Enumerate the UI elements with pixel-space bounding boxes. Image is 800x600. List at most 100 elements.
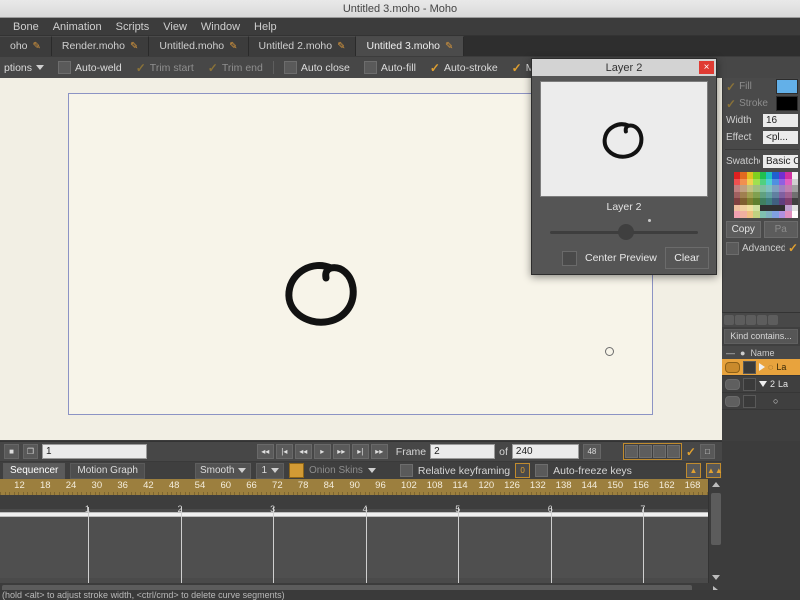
timeline-keyframe-bar[interactable] <box>0 512 722 517</box>
step-back-button[interactable]: ◂◂ <box>294 444 312 459</box>
eye-icon[interactable] <box>725 361 740 373</box>
tab-motion-graph[interactable]: Motion Graph <box>70 462 145 479</box>
start-frame-input[interactable]: 1 <box>42 444 147 459</box>
goto-start-button[interactable]: |◂ <box>275 444 293 459</box>
color-swatch-grid[interactable] <box>734 172 798 218</box>
quad-view-icon[interactable] <box>666 445 680 458</box>
layer-settings-icon[interactable] <box>757 315 767 325</box>
expand-timeline-icon[interactable]: ▲▲ <box>706 463 723 478</box>
new-group-layer-icon[interactable] <box>735 315 745 325</box>
table-row[interactable]: 2 La <box>722 376 800 393</box>
close-icon[interactable]: × <box>699 61 714 74</box>
chevron-right-icon[interactable] <box>759 363 765 371</box>
style-width-row[interactable]: Width 16 <box>723 112 800 129</box>
option-auto-stroke[interactable]: ✓ Auto-stroke <box>426 62 502 74</box>
goto-end-button[interactable]: ▸| <box>351 444 369 459</box>
menu-item-animation[interactable]: Animation <box>46 20 109 34</box>
layer-color-swatch[interactable] <box>743 377 756 391</box>
total-frames-input[interactable]: 240 <box>511 444 579 459</box>
copy-button[interactable]: Copy <box>726 220 761 238</box>
style-swatches-row[interactable]: Swatches Basic C <box>723 153 800 170</box>
document-tab-untitled-2[interactable]: Untitled 2.moho ✎ <box>248 36 357 56</box>
chevron-down-icon[interactable] <box>759 381 767 387</box>
option-auto-fill[interactable]: Auto-fill <box>360 61 420 74</box>
checkbox[interactable] <box>58 61 72 74</box>
timeline-copy-icon[interactable]: ❐ <box>23 444 38 459</box>
fps-button[interactable]: 48 <box>582 444 601 459</box>
layer-color-swatch[interactable] <box>743 360 756 374</box>
layer-preview-dialog[interactable]: Layer 2 × Layer 2 Center Preview Clear <box>531 58 717 275</box>
collapse-timeline-icon[interactable]: ▲ <box>686 463 701 478</box>
option-trim-end[interactable]: ✓ Trim end <box>204 62 267 74</box>
duplicate-layer-icon[interactable] <box>746 315 756 325</box>
track-header-strip <box>0 495 722 509</box>
interpolation-count-select[interactable]: 1 <box>256 462 284 479</box>
transform-handle[interactable] <box>605 347 614 356</box>
menu-item-window[interactable]: Window <box>194 20 247 34</box>
width-input[interactable]: 16 <box>763 114 798 127</box>
effect-select[interactable]: <pl... <box>763 131 798 144</box>
triple-view-icon[interactable] <box>652 445 666 458</box>
table-row[interactable]: ◌ La <box>722 359 800 376</box>
document-tab-0[interactable]: oho ✎ <box>0 36 52 56</box>
checkbox[interactable] <box>283 61 297 74</box>
fit-view-icon[interactable]: □ <box>699 444 715 459</box>
style-stroke-row[interactable]: ✓ Stroke <box>723 95 800 112</box>
frame-input[interactable]: 2 <box>430 444 496 459</box>
dialog-preview-canvas[interactable] <box>540 81 708 197</box>
tab-sequencer[interactable]: Sequencer <box>3 462 66 479</box>
layers-search-input[interactable]: Kind contains... <box>724 329 798 344</box>
stroke-color-swatch[interactable] <box>776 96 798 111</box>
checkbox[interactable] <box>535 464 549 477</box>
paste-button[interactable]: Pa <box>763 220 798 238</box>
check-icon[interactable]: ✓ <box>686 446 696 458</box>
color-swatch[interactable] <box>791 211 798 218</box>
options-dropdown[interactable]: ptions <box>0 62 48 74</box>
checkbox[interactable] <box>399 464 413 477</box>
option-auto-close[interactable]: Auto close <box>280 61 354 74</box>
option-auto-weld[interactable]: Auto-weld <box>54 61 126 74</box>
eye-icon[interactable] <box>725 378 740 390</box>
menu-item-bone[interactable]: Bone <box>6 20 46 34</box>
play-button[interactable]: ▸ <box>313 444 331 459</box>
timeline-collapse-icon[interactable]: ■ <box>4 444 19 459</box>
document-tab-untitled[interactable]: Untitled.moho ✎ <box>149 36 249 56</box>
onion-skin-toggle[interactable] <box>289 463 304 478</box>
style-fill-row[interactable]: ✓ Fill <box>723 78 800 95</box>
document-tab-untitled-3[interactable]: Untitled 3.moho ✎ <box>356 36 465 56</box>
new-vector-layer-icon[interactable] <box>724 315 734 325</box>
loop-start-button[interactable]: ◂◂ <box>256 444 274 459</box>
style-effect-row[interactable]: Effect <pl... <box>723 129 800 146</box>
relative-keyframing-badge[interactable]: 0 <box>515 463 531 478</box>
split-view-icon[interactable] <box>638 445 652 458</box>
document-tab-label-2: Untitled.moho <box>159 40 225 52</box>
scroll-up-icon[interactable] <box>712 482 720 487</box>
eye-icon[interactable] <box>725 395 740 407</box>
loop-end-button[interactable]: ▸▸ <box>370 444 388 459</box>
menu-item-view[interactable]: View <box>156 20 194 34</box>
menu-item-help[interactable]: Help <box>247 20 284 34</box>
swatch-set-select[interactable]: Basic C <box>763 155 798 168</box>
table-row[interactable]: ○ <box>722 393 800 410</box>
center-preview-checkbox[interactable] <box>562 250 577 266</box>
scroll-down-icon[interactable] <box>712 575 720 580</box>
dialog-slider-knob[interactable] <box>618 224 634 240</box>
document-tab-render[interactable]: Render.moho ✎ <box>51 36 150 56</box>
advanced-label: Advanced <box>742 242 785 254</box>
delete-layer-icon[interactable] <box>768 315 778 325</box>
interpolation-select[interactable]: Smooth <box>194 462 252 479</box>
layer-color-swatch[interactable] <box>743 394 756 408</box>
timeline-right-filler <box>722 441 800 600</box>
scrollbar-thumb[interactable] <box>711 493 721 545</box>
single-view-icon[interactable] <box>624 445 638 458</box>
timeline-vertical-scrollbar[interactable] <box>708 479 723 583</box>
chevron-down-icon[interactable] <box>367 468 376 473</box>
step-forward-button[interactable]: ▸▸ <box>332 444 350 459</box>
checkbox[interactable] <box>363 61 377 74</box>
keyframe-track[interactable]: 1 2 3 4 5 6 7 <box>0 495 722 583</box>
timeline-ruler[interactable]: 12 18 24 30 36 42 48 54 60 66 72 78 84 90 96 102 108 114 1… <box>0 479 722 495</box>
option-trim-start[interactable]: ✓ Trim start <box>132 62 198 74</box>
clear-button[interactable]: Clear <box>664 247 709 269</box>
fill-color-swatch[interactable] <box>776 79 798 94</box>
menu-item-scripts[interactable]: Scripts <box>109 20 157 34</box>
